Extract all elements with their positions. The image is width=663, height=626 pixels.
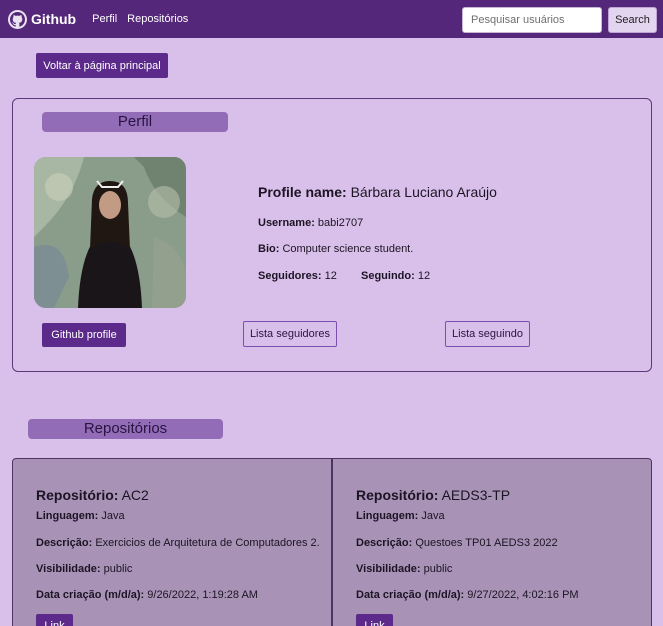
followers-value: 12 [324, 270, 337, 282]
repo-created-label: Data criação (m/d/a): [36, 589, 145, 601]
repo-visibility-label: Visibilidade: [36, 563, 101, 575]
repo-card: Repositório: AEDS3-TP Linguagem: Java De… [332, 458, 652, 626]
repo-created-label: Data criação (m/d/a): [356, 589, 465, 601]
profile-card: Perfil Profile name: Bárbara Luciano Ara… [12, 98, 652, 372]
repo-card: Repositório: AC2 Linguagem: Java Descriç… [12, 458, 332, 626]
username-value: babi2707 [317, 217, 364, 229]
repo-language-value: Java [101, 510, 125, 522]
repo-link-button[interactable]: Link [36, 614, 73, 626]
repo-visibility-value: public [103, 563, 133, 575]
repo-link-button[interactable]: Link [356, 614, 393, 626]
repo-language: Linguagem: Java [356, 510, 445, 522]
followers-label: Seguidores: [258, 270, 322, 282]
repo-created-date: Data criação (m/d/a): 9/26/2022, 1:19:28… [36, 589, 258, 601]
repo-name: Repositório: AC2 [36, 487, 149, 503]
bio: Bio: Computer science student. [258, 243, 413, 255]
repo-description: Descrição: Questoes TP01 AEDS3 2022 [356, 537, 558, 549]
followers-count: Seguidores: 12 [258, 270, 337, 282]
following-label: Seguindo: [361, 270, 415, 282]
profile-section-title: Perfil [42, 112, 228, 132]
back-to-home-button[interactable]: Voltar à página principal [36, 53, 168, 78]
repo-language-label: Linguagem: [356, 510, 419, 522]
repo-name-label: Repositório: [356, 487, 439, 503]
following-count: Seguindo: 12 [361, 270, 430, 282]
repo-visibility-label: Visibilidade: [356, 563, 421, 575]
username: Username: babi2707 [258, 217, 363, 229]
repositories-section-title: Repositórios [28, 419, 223, 439]
repo-name-value: AC2 [121, 487, 149, 503]
username-label: Username: [258, 217, 315, 229]
avatar [34, 157, 186, 308]
profile-name: Profile name: Bárbara Luciano Araújo [258, 184, 497, 200]
repo-description: Descrição: Exercicios de Arquitetura de … [36, 537, 320, 549]
nav-link-perfil[interactable]: Perfil [92, 13, 117, 25]
repo-name-value: AEDS3-TP [441, 487, 511, 503]
profile-name-value: Bárbara Luciano Araújo [350, 184, 497, 200]
repo-visibility: Visibilidade: public [356, 563, 452, 575]
bio-label: Bio: [258, 243, 280, 255]
repo-description-label: Descrição: [356, 537, 413, 549]
navbar: Github Perfil Repositórios Search [0, 0, 663, 38]
repo-language-label: Linguagem: [36, 510, 99, 522]
search-input[interactable] [462, 7, 602, 33]
repo-visibility: Visibilidade: public [36, 563, 132, 575]
repo-visibility-value: public [423, 563, 453, 575]
brand-name: Github [31, 11, 77, 27]
repo-name-label: Repositório: [36, 487, 119, 503]
profile-name-label: Profile name: [258, 184, 347, 200]
list-following-button[interactable]: Lista seguindo [445, 321, 530, 347]
repo-created-value: 9/27/2022, 4:02:16 PM [467, 589, 579, 601]
bio-value: Computer science student. [282, 243, 414, 255]
nav-link-repositorios[interactable]: Repositórios [127, 13, 188, 25]
search-button[interactable]: Search [608, 7, 657, 33]
repo-language: Linguagem: Java [36, 510, 125, 522]
repo-language-value: Java [421, 510, 445, 522]
brand[interactable]: Github [8, 9, 77, 29]
github-profile-button[interactable]: Github profile [42, 323, 126, 347]
repo-description-value: Questoes TP01 AEDS3 2022 [415, 537, 558, 549]
repo-description-value: Exercicios de Arquitetura de Computadore… [95, 537, 320, 549]
github-logo-icon [8, 9, 27, 29]
repo-name: Repositório: AEDS3-TP [356, 487, 510, 503]
following-value: 12 [417, 270, 431, 282]
list-followers-button[interactable]: Lista seguidores [243, 321, 337, 347]
repo-created-date: Data criação (m/d/a): 9/27/2022, 4:02:16… [356, 589, 579, 601]
repo-created-value: 9/26/2022, 1:19:28 AM [147, 589, 258, 601]
repo-description-label: Descrição: [36, 537, 93, 549]
